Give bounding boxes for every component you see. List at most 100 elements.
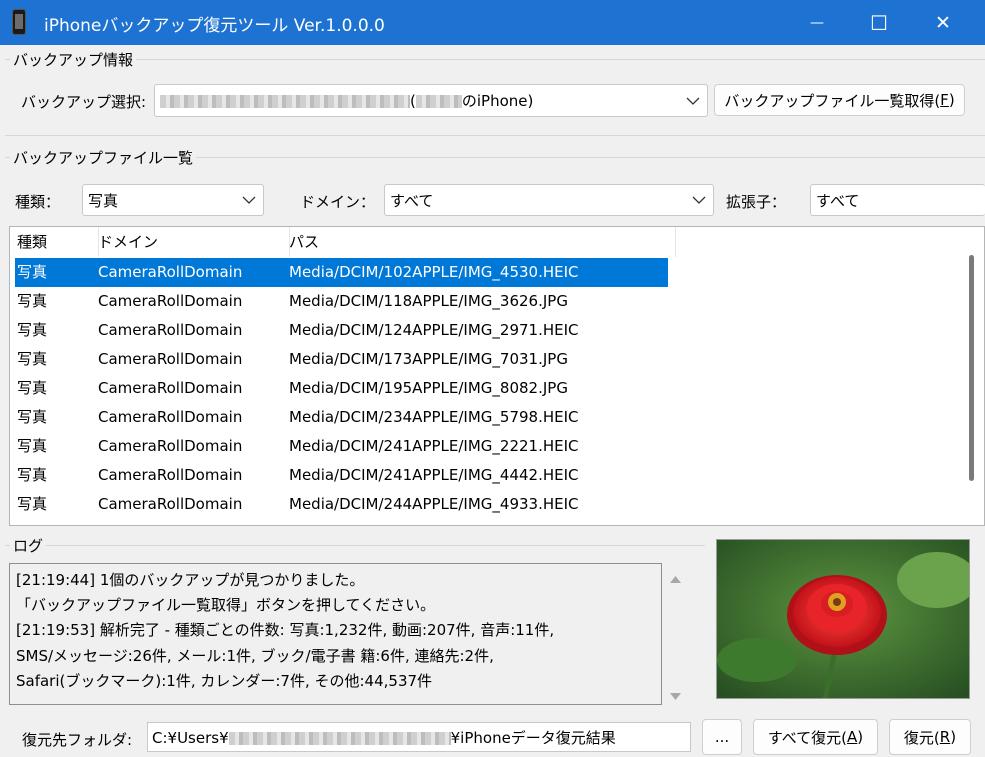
backup-info-group-label: バックアップ情報 — [10, 49, 137, 70]
cell-type: 写真 — [17, 408, 48, 426]
backup-select-combo[interactable]: (のiPhone) — [154, 84, 708, 117]
cell-domain: CameraRollDomain — [98, 437, 243, 455]
cell-type: 写真 — [17, 292, 48, 310]
title-bar: iPhoneバックアップ復元ツール Ver.1.0.0.0 — ☐ ✕ — [0, 0, 985, 45]
restore-folder-suffix: ¥iPhoneデータ復元結果 — [450, 729, 616, 747]
domain-filter-label: ドメイン： — [300, 193, 376, 211]
close-button[interactable]: ✕ — [920, 0, 966, 45]
file-list-group-label: バックアップファイル一覧 — [10, 147, 197, 168]
type-filter-value: 写真 — [88, 191, 119, 210]
table-row[interactable]: 写真 CameraRollDomain Media/DCIM/118APPLE/IM… — [15, 287, 668, 316]
get-backup-list-label: バックアップファイル一覧取得( — [724, 91, 941, 110]
table-row[interactable]: 写真 CameraRollDomain Media/DCIM/241APPLE/IM… — [15, 461, 668, 490]
cell-domain: CameraRollDomain — [98, 466, 243, 484]
restore-label: 復元( — [903, 728, 940, 747]
flower-photo — [717, 540, 969, 698]
log-line: [21:19:44] 1個のバックアップが見つかりました。 — [16, 571, 365, 589]
browse-button[interactable]: ... — [702, 719, 742, 755]
type-filter-combo[interactable]: 写真 — [82, 184, 264, 216]
cell-domain: CameraRollDomain — [98, 321, 243, 339]
cell-domain: CameraRollDomain — [98, 379, 243, 397]
column-header-domain[interactable]: ドメイン — [91, 227, 290, 257]
restore-folder-input[interactable]: C:¥Users¥ ¥iPhoneデータ復元結果 — [147, 722, 691, 752]
restore-folder-label: 復元先フォルダ: — [22, 731, 133, 749]
ext-filter-value: すべて — [816, 191, 860, 210]
restore-all-mnemonic: A — [847, 728, 858, 746]
table-row[interactable]: 写真 CameraRollDomain Media/DCIM/195APPLE/IM… — [15, 374, 668, 403]
domain-filter-combo[interactable]: すべて — [384, 184, 714, 216]
scroll-down-icon[interactable] — [669, 687, 682, 705]
table-row[interactable]: 写真 CameraRollDomain Media/DCIM/102APPLE/IM… — [15, 258, 668, 287]
cell-domain: CameraRollDomain — [98, 495, 243, 513]
log-line: SMS/メッセージ:26件, メール:1件, ブック/電子書 籍:6件, 連絡先… — [16, 647, 494, 665]
log-line: Safari(ブックマーク):1件, カレンダー:7件, その他:44,537件 — [16, 672, 433, 690]
redacted-username — [228, 732, 451, 745]
table-row[interactable]: 写真 CameraRollDomain Media/DCIM/241APPLE/IM… — [15, 432, 668, 461]
backup-select-label: バックアップ選択: — [21, 93, 147, 111]
close-icon: ✕ — [935, 11, 951, 34]
chevron-down-icon — [235, 196, 263, 204]
backup-select-suffix: のiPhone) — [461, 92, 534, 110]
cell-path: Media/DCIM/234APPLE/IMG_5798.HEIC — [289, 408, 579, 426]
log-textbox[interactable]: [21:19:44] 1個のバックアップが見つかりました。 「バックアップファイ… — [9, 563, 662, 705]
table-row[interactable]: 写真 CameraRollDomain Media/DCIM/234APPLE/IM… — [15, 403, 668, 432]
cell-type: 写真 — [17, 466, 48, 484]
minimize-button[interactable]: — — [794, 0, 840, 45]
cell-type: 写真 — [17, 437, 48, 455]
chevron-down-icon — [685, 196, 713, 204]
cell-path: Media/DCIM/118APPLE/IMG_3626.JPG — [289, 292, 568, 310]
cell-domain: CameraRollDomain — [98, 292, 243, 310]
maximize-icon: ☐ — [870, 10, 888, 35]
table-row[interactable]: 写真 CameraRollDomain Media/DCIM/173APPLE/IM… — [15, 345, 668, 374]
get-backup-list-mnemonic: F — [940, 91, 949, 109]
redacted-device-name — [160, 95, 410, 108]
cell-type: 写真 — [17, 350, 48, 368]
cell-domain: CameraRollDomain — [98, 350, 243, 368]
log-line: 「バックアップファイル一覧取得」ボタンを押してください。 — [16, 596, 436, 614]
restore-all-label: すべて復元( — [767, 728, 848, 747]
ext-filter-combo[interactable]: すべて — [810, 184, 985, 216]
chevron-down-icon — [679, 97, 707, 105]
restore-close: ) — [950, 728, 957, 746]
scroll-up-icon[interactable] — [669, 570, 682, 588]
get-backup-list-close: ) — [948, 91, 955, 109]
file-list-scrollbar[interactable] — [969, 255, 974, 481]
cell-path: Media/DCIM/241APPLE/IMG_2221.HEIC — [289, 437, 579, 455]
domain-filter-value: すべて — [390, 191, 434, 210]
backup-select-value: (のiPhone) — [155, 90, 679, 111]
restore-all-button[interactable]: すべて復元(A) — [753, 719, 878, 755]
file-list-table[interactable]: 種類 ドメイン パス 写真 CameraRollDomain Media/DCIM/… — [9, 226, 985, 526]
minimize-icon: — — [810, 14, 824, 31]
redacted-owner-name — [415, 95, 462, 108]
log-line: [21:19:53] 解析完了 - 種類ごとの件数: 写真:1,232件, 動画… — [16, 621, 555, 639]
cell-path: Media/DCIM/102APPLE/IMG_4530.HEIC — [289, 263, 579, 281]
log-group-border — [5, 545, 705, 546]
cell-domain: CameraRollDomain — [98, 408, 243, 426]
restore-mnemonic: R — [939, 728, 951, 746]
column-header-type[interactable]: 種類 — [10, 227, 99, 257]
table-row[interactable]: 写真 CameraRollDomain Media/DCIM/244APPLE/IM… — [15, 490, 668, 519]
cell-type: 写真 — [17, 321, 48, 339]
table-row[interactable]: 写真 CameraRollDomain Media/DCIM/124APPLE/IM… — [15, 316, 668, 345]
restore-folder-prefix: C:¥Users¥ — [152, 729, 229, 747]
cell-path: Media/DCIM/173APPLE/IMG_7031.JPG — [289, 350, 568, 368]
column-header-path[interactable]: パス — [282, 227, 676, 257]
cell-path: Media/DCIM/195APPLE/IMG_8082.JPG — [289, 379, 568, 397]
cell-type: 写真 — [17, 263, 48, 281]
backup-info-group-border — [5, 59, 985, 60]
restore-all-close: ) — [857, 728, 864, 746]
window-title: iPhoneバックアップ復元ツール Ver.1.0.0.0 — [44, 16, 385, 36]
cell-path: Media/DCIM/241APPLE/IMG_4442.HEIC — [289, 466, 579, 484]
get-backup-list-button[interactable]: バックアップファイル一覧取得(F) — [714, 84, 965, 116]
cell-path: Media/DCIM/124APPLE/IMG_2971.HEIC — [289, 321, 579, 339]
type-filter-label: 種類： — [15, 193, 61, 211]
maximize-button[interactable]: ☐ — [856, 0, 902, 45]
photo-preview — [716, 539, 970, 699]
ext-filter-label: 拡張子： — [726, 193, 787, 211]
cell-type: 写真 — [17, 379, 48, 397]
restore-button[interactable]: 復元(R) — [889, 719, 971, 755]
cell-type: 写真 — [17, 495, 48, 513]
backup-info-group-bottom — [5, 135, 985, 136]
log-group-label: ログ — [10, 535, 47, 556]
iphone-icon — [12, 9, 26, 35]
